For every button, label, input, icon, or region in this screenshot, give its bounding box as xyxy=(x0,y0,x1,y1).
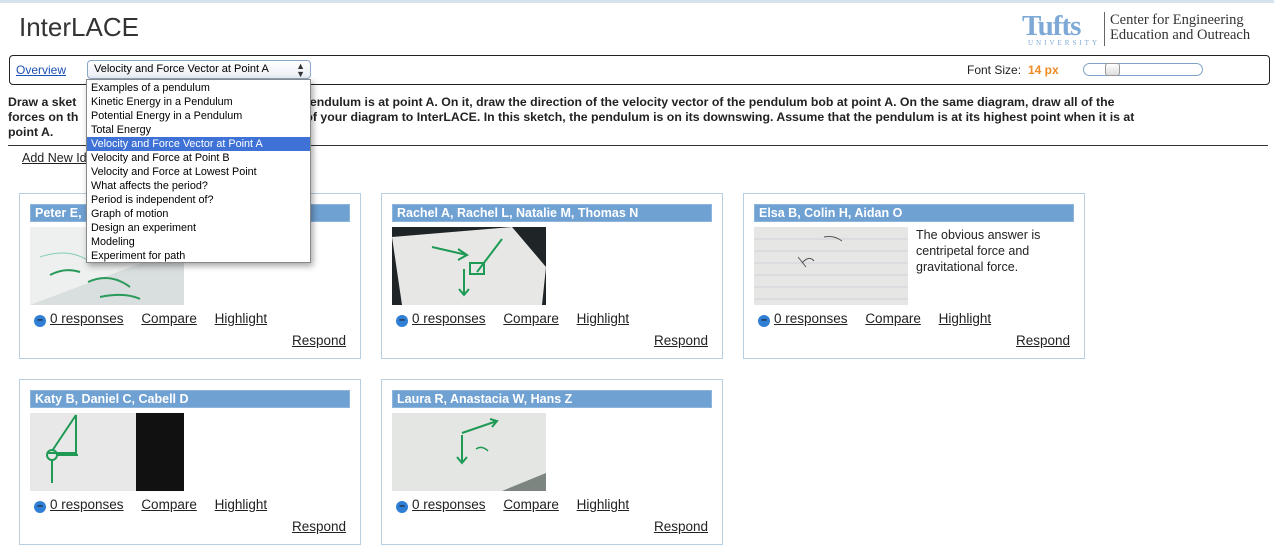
prompt-line2: of your diagram to InterLACE. In this sk… xyxy=(305,110,1135,124)
font-size-slider[interactable] xyxy=(1083,63,1203,76)
respond-link[interactable]: Respond xyxy=(654,519,708,534)
group-names: Elsa B, Colin H, Aidan O xyxy=(754,204,1074,222)
logo-separator xyxy=(1104,12,1105,46)
dropdown-option[interactable]: Examples of a pendulum xyxy=(87,81,310,95)
dropdown-option[interactable]: Experiment for path xyxy=(87,249,310,263)
card-actions: –0 responses Compare Highlight xyxy=(34,311,267,327)
minus-circle-icon[interactable]: – xyxy=(34,501,46,513)
prompt-line2-start: forces on th xyxy=(8,110,79,124)
respond-link[interactable]: Respond xyxy=(1016,333,1070,348)
minus-circle-icon[interactable]: – xyxy=(758,315,770,327)
card-actions: –0 responses Compare Highlight xyxy=(396,311,629,327)
add-new-idea-link[interactable]: Add New Id xyxy=(22,151,87,165)
response-description: The obvious answer is centripetal force … xyxy=(916,228,1041,274)
dropdown-option[interactable]: Velocity and Force at Point B xyxy=(87,151,310,165)
compare-link[interactable]: Compare xyxy=(141,497,197,512)
dropdown-option[interactable]: Period is independent of? xyxy=(87,193,310,207)
logo-subline: UNIVERSITY xyxy=(1028,39,1100,47)
dropdown-option[interactable]: Modeling xyxy=(87,235,310,249)
overview-link[interactable]: Overview xyxy=(16,63,66,77)
prompt-line1-start: Draw a sket xyxy=(8,95,77,109)
respond-link[interactable]: Respond xyxy=(292,333,346,348)
highlight-link[interactable]: Highlight xyxy=(939,311,992,326)
dropdown-option[interactable]: Graph of motion xyxy=(87,207,310,221)
responses-link[interactable]: 0 responses xyxy=(50,497,124,512)
minus-circle-icon[interactable]: – xyxy=(396,501,408,513)
sketch-photo[interactable] xyxy=(392,413,546,491)
question-select[interactable]: Velocity and Force Vector at Point A ▲ ▼ xyxy=(87,60,311,79)
font-size-label: Font Size: xyxy=(967,63,1022,77)
respond-link[interactable]: Respond xyxy=(654,333,708,348)
logo-center-line1: Center for Engineering xyxy=(1110,12,1244,28)
responses-link[interactable]: 0 responses xyxy=(412,311,486,326)
highlight-link[interactable]: Highlight xyxy=(215,497,268,512)
dropdown-option[interactable]: Total Energy xyxy=(87,123,310,137)
font-size-value: 14 px xyxy=(1028,63,1059,77)
logo-center-line2: Education and Outreach xyxy=(1110,27,1251,43)
minus-circle-icon[interactable]: – xyxy=(396,315,408,327)
card-actions: –0 responses Compare Highlight xyxy=(758,311,991,327)
minus-circle-icon[interactable]: – xyxy=(34,315,46,327)
responses-link[interactable]: 0 responses xyxy=(50,311,124,326)
compare-link[interactable]: Compare xyxy=(865,311,921,326)
updown-arrows-icon: ▲ ▼ xyxy=(296,61,305,79)
dropdown-option[interactable]: Velocity and Force at Lowest Point xyxy=(87,165,310,179)
logo-center-name: Center for Engineering Education and Out… xyxy=(1110,13,1250,43)
compare-link[interactable]: Compare xyxy=(141,311,197,326)
response-card: Rachel A, Rachel L, Natalie M, Thomas N … xyxy=(381,193,723,359)
response-card: Laura R, Anastacia W, Hans Z –0 response… xyxy=(381,379,723,545)
sketch-photo[interactable] xyxy=(30,413,184,491)
compare-link[interactable]: Compare xyxy=(503,497,559,512)
response-card: Katy B, Daniel C, Cabell D –0 responses … xyxy=(19,379,361,545)
responses-link[interactable]: 0 responses xyxy=(412,497,486,512)
response-card: Elsa B, Colin H, Aidan O The obvious ans… xyxy=(743,193,1085,359)
sketch-photo[interactable] xyxy=(392,227,546,305)
dropdown-option[interactable]: Potential Energy in a Pendulum xyxy=(87,109,310,123)
question-dropdown-list: Examples of a pendulum Kinetic Energy in … xyxy=(86,79,311,263)
highlight-link[interactable]: Highlight xyxy=(577,311,630,326)
tufts-ceeo-logo: Tufts UNIVERSITY Center for Engineering … xyxy=(1022,10,1262,50)
top-accent-line xyxy=(0,0,1274,3)
dropdown-option[interactable]: Velocity and Force Vector at Point A xyxy=(87,137,310,151)
sketch-photo[interactable] xyxy=(754,227,908,305)
card-actions: –0 responses Compare Highlight xyxy=(396,497,629,513)
font-size-slider-thumb[interactable] xyxy=(1105,63,1120,76)
highlight-link[interactable]: Highlight xyxy=(577,497,630,512)
compare-link[interactable]: Compare xyxy=(503,311,559,326)
app-title: InterLACE xyxy=(19,12,139,42)
respond-link[interactable]: Respond xyxy=(292,519,346,534)
dropdown-option[interactable]: What affects the period? xyxy=(87,179,310,193)
dropdown-option[interactable]: Kinetic Energy in a Pendulum xyxy=(87,95,310,109)
group-names: Katy B, Daniel C, Cabell D xyxy=(30,390,350,408)
card-actions: –0 responses Compare Highlight xyxy=(34,497,267,513)
highlight-link[interactable]: Highlight xyxy=(215,311,268,326)
question-select-value: Velocity and Force Vector at Point A xyxy=(94,63,269,75)
dropdown-option[interactable]: Design an experiment xyxy=(87,221,310,235)
prompt-line1: pendulum is at point A. On it, draw the … xyxy=(302,95,1115,109)
responses-link[interactable]: 0 responses xyxy=(774,311,848,326)
group-names: Laura R, Anastacia W, Hans Z xyxy=(392,390,712,408)
group-names: Rachel A, Rachel L, Natalie M, Thomas N xyxy=(392,204,712,222)
